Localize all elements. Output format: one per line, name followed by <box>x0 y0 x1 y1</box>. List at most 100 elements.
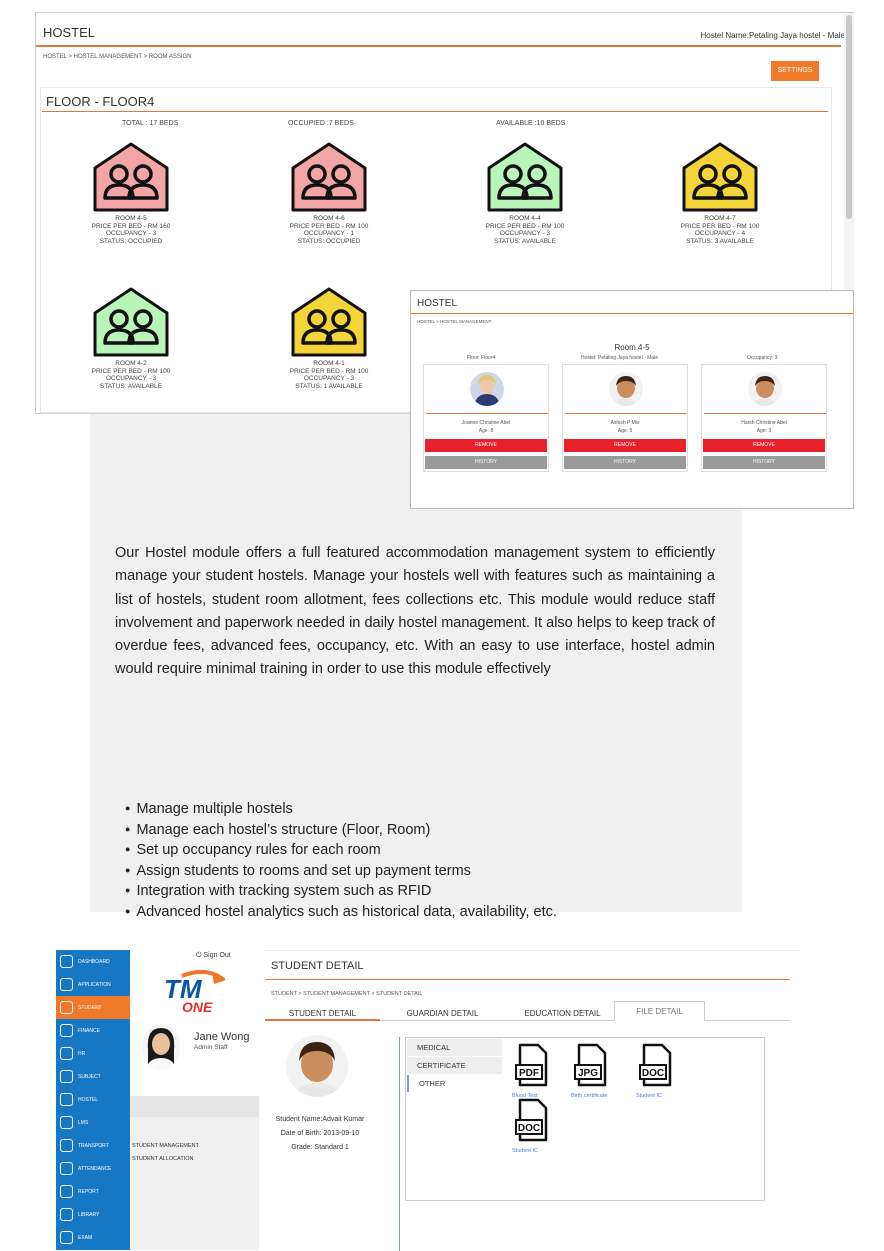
room-status: STATUS: 1 AVAILABLE <box>295 382 363 390</box>
file-category-medical[interactable]: MEDICAL <box>407 1039 502 1056</box>
side-menu-item[interactable]: STUDENT MANAGEMENT <box>132 1143 199 1149</box>
room-occupancy: OCCUPANCY - 3 <box>303 375 355 382</box>
remove-button[interactable]: REMOVE <box>425 439 547 452</box>
room-card[interactable]: ROOM 4-1 PRICE PER BED - RM 100 OCCUPANCY … <box>274 285 384 390</box>
sidebar-item-exam[interactable]: EXAM <box>56 1226 130 1249</box>
room-house-icon <box>93 287 169 357</box>
tab-education-detail[interactable]: EDUCATION DETAIL <box>505 1009 620 1021</box>
sidebar-item-subject[interactable]: SUBJECT <box>56 1065 130 1088</box>
history-button[interactable]: HISTORY <box>425 456 547 469</box>
breadcrumb-item: ROOM ASSIGN <box>148 54 192 60</box>
sidebar-item-label: DASHBOARD <box>78 959 110 965</box>
room-card[interactable]: ROOM 4-2 PRICE PER BED - RM 100 OCCUPANCY … <box>76 285 186 390</box>
dashboard-icon <box>60 955 73 968</box>
room-name: ROOM 4-5 <box>115 215 147 222</box>
page-title: HOSTEL <box>43 25 96 40</box>
room-card[interactable]: ROOM 4-5 PRICE PER BED - RM 160 OCCUPANCY … <box>76 140 186 245</box>
sidebar-item-lms[interactable]: LMS <box>56 1111 130 1134</box>
sidebar-item-hr[interactable]: HR <box>56 1042 130 1065</box>
file-item[interactable]: PDF Blood Test <box>512 1043 552 1099</box>
tab-guardian-detail[interactable]: GUARDIAN DETAIL <box>385 1009 500 1021</box>
scrollbar-thumb[interactable] <box>846 15 852 219</box>
file-category-other[interactable]: OTHER <box>407 1075 502 1092</box>
student-name: Student Name:Advait Kumar <box>275 1116 365 1123</box>
student-grade: Grade: Standard 1 <box>291 1144 349 1151</box>
feature-item: Assign students to rooms and set up paym… <box>125 862 745 883</box>
sidebar-item-hostel[interactable]: HOSTEL <box>56 1088 130 1111</box>
room-occupancy: OCCUPANCY - 3 <box>105 375 157 382</box>
room-price: PRICE PER BED - RM 100 <box>289 367 369 375</box>
tab-student-detail[interactable]: STUDENT DETAIL <box>265 1009 380 1021</box>
profile-column: ⏻ Sign Out TM ONE Jane Wong Admin Staff … <box>130 950 259 1250</box>
remove-button[interactable]: REMOVE <box>703 439 825 452</box>
side-menu-item[interactable]: STUDENT ALLOCATION <box>132 1156 194 1162</box>
sidebar-item-library[interactable]: LIBRARY <box>56 1203 130 1226</box>
power-icon: ⏻ <box>196 952 202 959</box>
sidebar-item-finance[interactable]: FINANCE <box>56 1019 130 1042</box>
student-age: Age: 3 <box>756 428 772 434</box>
sidebar-item-report[interactable]: REPORT <box>56 1180 130 1203</box>
user-name: Jane Wong <box>194 1031 250 1043</box>
room-occupancy: Occupancy: 3 <box>747 355 778 361</box>
room-floor: Floor: Floor4 <box>467 355 496 361</box>
room-card[interactable]: ROOM 4-4 PRICE PER BED - RM 100 OCCUPANCY … <box>470 140 580 245</box>
student-photo <box>609 372 643 406</box>
room-price: PRICE PER BED - RM 100 <box>289 222 369 230</box>
sidebar-item-student[interactable]: STUDENT <box>56 996 130 1019</box>
total-beds: TOTAL : 17 BEDS <box>122 120 179 127</box>
student-name: Harsh Christine Abel <box>741 420 787 426</box>
breadcrumb-item[interactable]: STUDENT MANAGEMENT <box>303 991 370 997</box>
file-label: Birth certificate <box>571 1093 608 1099</box>
main-content: STUDENT DETAIL STUDENT > STUDENT MANAGEM… <box>265 950 800 1251</box>
history-button[interactable]: HISTORY <box>564 456 686 469</box>
feature-item: Advanced hostel analytics such as histor… <box>125 903 745 924</box>
divider <box>42 111 828 112</box>
student-card: Joanne Christine Abel Age: 8 REMOVE HIST… <box>423 364 549 472</box>
file-item[interactable]: JPG Birth certificate <box>571 1043 611 1099</box>
breadcrumb: HOSTEL > HOSTEL MANAGEMENT <box>417 319 492 324</box>
file-category-certificate[interactable]: CERTIFICATE <box>407 1057 502 1074</box>
breadcrumb-item[interactable]: STUDENT <box>271 991 297 997</box>
file-type: JPG <box>578 1068 598 1079</box>
room-card[interactable]: ROOM 4-6 PRICE PER BED - RM 100 OCCUPANCY … <box>274 140 384 245</box>
avatar <box>142 1024 180 1070</box>
room-occupancy: OCCUPANCY - 3 <box>499 230 551 237</box>
room-info: ROOM 4-4 PRICE PER BED - RM 100 OCCUPANCY … <box>470 215 580 245</box>
sidebar-item-dashboard[interactable]: DASHBOARD <box>56 950 130 973</box>
room-price: PRICE PER BED - RM 100 <box>680 222 760 230</box>
sign-out-button[interactable]: ⏻ Sign Out <box>196 952 231 960</box>
room-card[interactable]: ROOM 4-7 PRICE PER BED - RM 100 OCCUPANCY … <box>665 140 775 245</box>
sidebar-item-label: LMS <box>78 1120 89 1126</box>
student-age: Age: 8 <box>478 428 494 434</box>
history-button[interactable]: HISTORY <box>703 456 825 469</box>
breadcrumb-item[interactable]: HOSTEL <box>417 319 435 324</box>
sidebar-item-application[interactable]: APPLICATION <box>56 973 130 996</box>
file-document-icon: PDF <box>515 1043 548 1087</box>
remove-button[interactable]: REMOVE <box>564 439 686 452</box>
hr-icon <box>60 1047 73 1060</box>
room-price: PRICE PER BED - RM 100 <box>485 222 565 230</box>
room-occupancy: OCCUPANCY - 1 <box>303 230 355 237</box>
student-age: Age: 5 <box>617 428 633 434</box>
feature-item: Manage multiple hostels <box>125 800 745 821</box>
breadcrumb-item[interactable]: HOSTEL <box>43 54 67 60</box>
sidebar-item-label: STUDENT <box>78 1005 102 1011</box>
breadcrumb-item[interactable]: HOSTEL MANAGEMENT <box>74 54 142 60</box>
file-item[interactable]: DOC Student IC <box>512 1098 552 1154</box>
breadcrumb-item[interactable]: HOSTEL MANAGEMENT <box>440 319 491 324</box>
available-beds: AVAILABLE :10 BEDS <box>496 120 566 127</box>
feature-list: Manage multiple hostels Manage each host… <box>125 800 745 923</box>
room-window: HOSTEL HOSTEL > HOSTEL MANAGEMENT Room 4… <box>410 290 854 509</box>
sidebar-item-label: ATTENDANCE <box>78 1166 112 1172</box>
settings-button[interactable]: SETTINGS <box>771 61 819 81</box>
student-dob: Date of Birth: 2013-09-10 <box>280 1130 360 1137</box>
room-status: STATUS: OCCUPIED <box>297 237 361 245</box>
divider <box>411 313 853 314</box>
divider <box>565 413 687 414</box>
file-item[interactable]: DOC Student IC <box>636 1043 676 1099</box>
tab-file-detail[interactable]: FILE DETAIL <box>614 1001 705 1021</box>
sidebar-item-attendance[interactable]: ATTENDANCE <box>56 1157 130 1180</box>
sidebar-item-transport[interactable]: TRANSPORT <box>56 1134 130 1157</box>
student-detail-app: DASHBOARD APPLICATION STUDENT FINANCE HR SUBJ… <box>56 950 800 1251</box>
file-type: DOC <box>642 1068 664 1079</box>
